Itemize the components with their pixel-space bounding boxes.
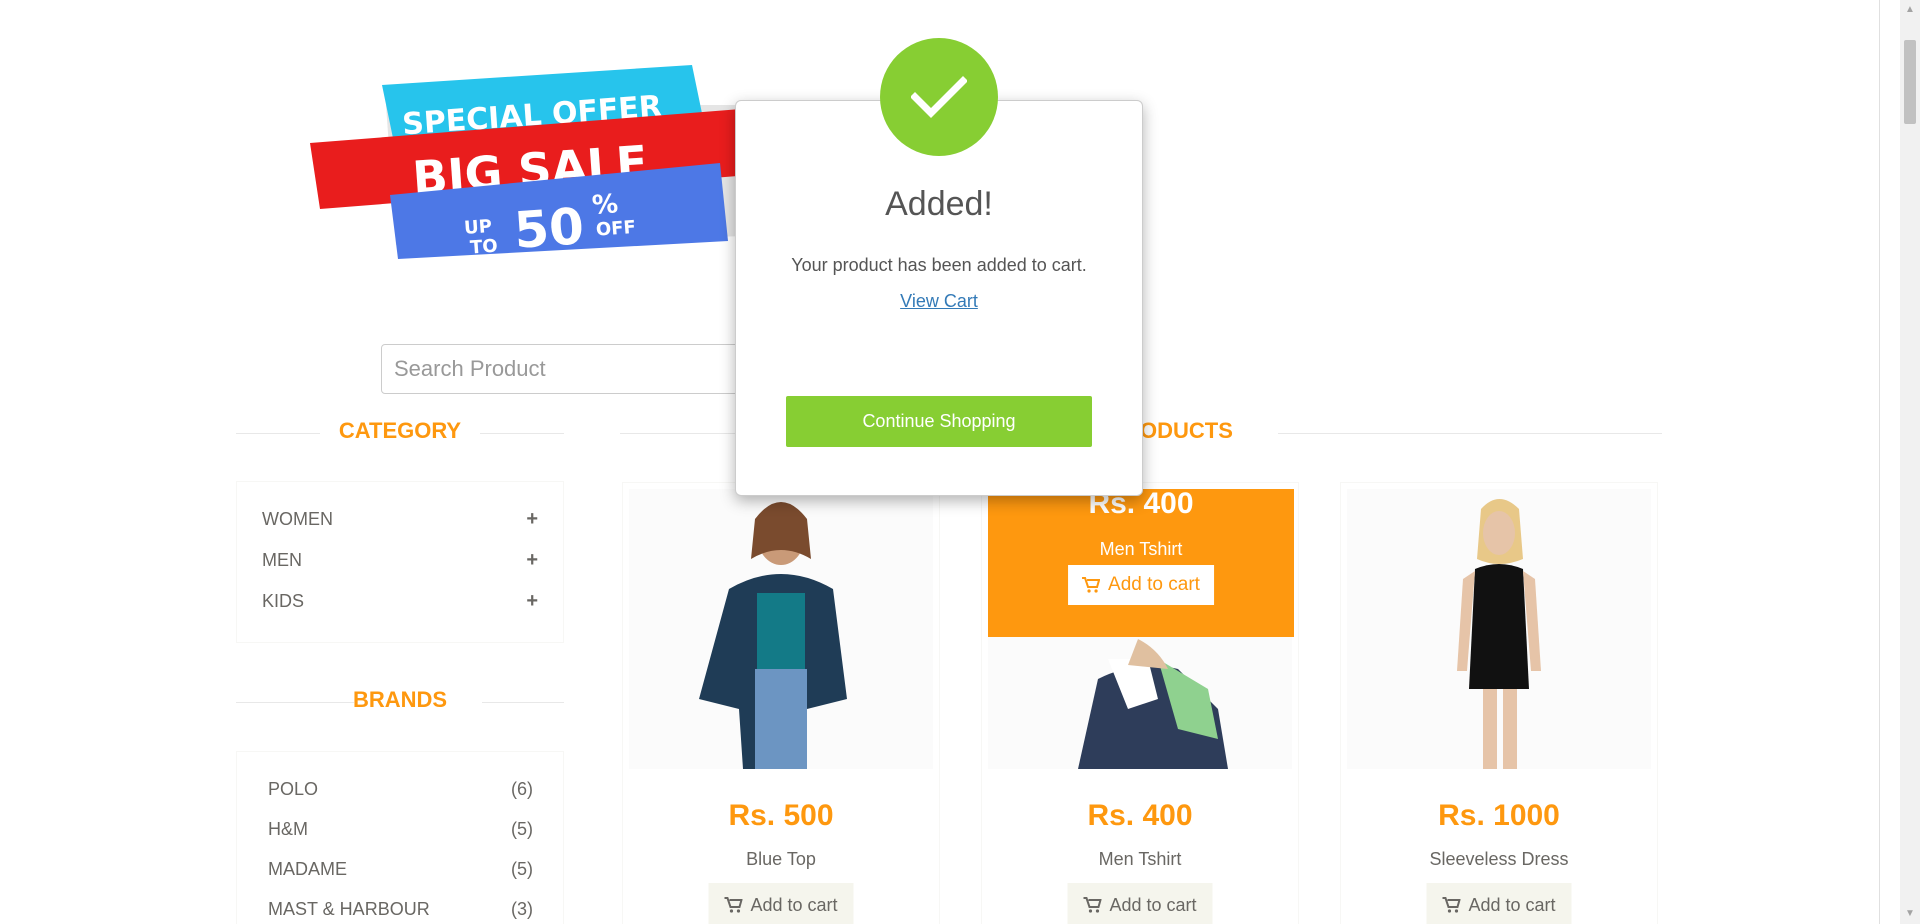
brand-label: MAST & HARBOUR <box>268 898 430 919</box>
banner-off: OFF <box>595 217 636 241</box>
scroll-down-icon[interactable]: ▼ <box>1904 908 1916 920</box>
product-price: Rs. 1000 <box>1438 799 1560 832</box>
success-badge <box>880 38 998 156</box>
product-card: Rs. 500 Blue Top Add to cart <box>622 482 940 924</box>
category-label: WOMEN <box>262 508 333 529</box>
category-item-men[interactable]: MEN + <box>262 547 538 573</box>
modal-message: Your product has been added to cart. <box>791 255 1087 275</box>
banner-pct: % <box>591 189 619 221</box>
brand-count: (5) <box>511 858 533 879</box>
brand-count: (5) <box>511 818 533 839</box>
brand-item-mast-harbour[interactable]: MAST & HARBOUR (3) <box>268 896 533 922</box>
brands-panel: POLO (6) H&M (5) MADAME (5) MAST & HARBO… <box>236 751 564 924</box>
brand-label: POLO <box>268 778 319 799</box>
shopping-cart-icon <box>724 897 743 913</box>
divider <box>620 433 740 434</box>
product-price: Rs. 400 <box>1087 799 1193 832</box>
scroll-up-icon[interactable]: ▲ <box>1904 4 1916 16</box>
woman-image <box>629 489 933 769</box>
product-name: Sleeveless Dress <box>1429 849 1569 869</box>
divider <box>482 702 564 703</box>
scrollbar[interactable]: ▲ ▼ <box>1900 0 1920 924</box>
brand-count: (3) <box>511 898 533 919</box>
plus-icon[interactable]: + <box>526 549 538 572</box>
overlay-add-to-cart-label: Add to cart <box>1108 574 1200 595</box>
brand-count: (6) <box>511 778 533 799</box>
check-icon <box>911 76 967 118</box>
products-title: ODUCTS <box>1140 418 1233 443</box>
dress-image <box>1347 489 1651 769</box>
modal-title: Added! <box>885 185 993 223</box>
divider <box>1879 0 1880 924</box>
category-item-kids[interactable]: KIDS + <box>262 588 538 614</box>
plus-icon[interactable]: + <box>526 508 538 531</box>
category-label: MEN <box>262 549 302 570</box>
banner-50: 50 <box>512 197 585 260</box>
category-title: CATEGORY <box>338 418 462 443</box>
product-image-blue-top[interactable] <box>629 489 933 769</box>
search-input[interactable]: Search Product <box>381 344 747 394</box>
brand-item-madame[interactable]: MADAME (5) <box>268 856 533 882</box>
category-label: KIDS <box>262 590 305 611</box>
add-to-cart-label: Add to cart <box>1109 894 1197 915</box>
brands-title: BRANDS <box>352 687 448 712</box>
continue-shopping-button[interactable]: Continue Shopping <box>786 396 1092 447</box>
plus-icon[interactable]: + <box>526 590 538 613</box>
add-to-cart-label: Add to cart <box>1468 894 1556 915</box>
brand-label: MADAME <box>268 858 348 879</box>
divider <box>236 702 354 703</box>
overlay-name: Men Tshirt <box>1099 539 1183 559</box>
add-to-cart-button[interactable]: Add to cart <box>1067 883 1213 924</box>
product-card: Rs. 400 Men Tshirt Add to cart Rs. 400 M… <box>981 482 1299 924</box>
divider <box>236 433 320 434</box>
sale-banner: SPECIAL OFFER BIG SALE UP TO 50 % OFF <box>310 65 786 260</box>
added-modal: Added! Your product has been added to ca… <box>735 100 1143 496</box>
shopping-cart-icon <box>1083 897 1102 913</box>
category-item-women[interactable]: WOMEN + <box>262 506 538 532</box>
brand-label: H&M <box>268 818 308 839</box>
add-to-cart-button[interactable]: Add to cart <box>1426 883 1572 924</box>
category-panel: WOMEN + MEN + KIDS + <box>236 481 564 643</box>
product-price: Rs. 500 <box>728 799 834 832</box>
divider <box>1278 433 1662 434</box>
product-card: Rs. 1000 Sleeveless Dress Add to cart <box>1340 482 1658 924</box>
product-image-sleeveless-dress[interactable] <box>1347 489 1651 769</box>
overlay-add-to-cart-button[interactable]: Add to cart <box>1068 565 1214 605</box>
page: SPECIAL OFFER BIG SALE UP TO 50 % OFF Se… <box>0 0 1920 924</box>
scroll-thumb[interactable] <box>1904 40 1916 124</box>
shopping-cart-icon <box>1442 897 1461 913</box>
brand-item-hm[interactable]: H&M (5) <box>268 816 533 842</box>
product-name: Men Tshirt <box>1098 849 1182 869</box>
product-overlay: Rs. 400 Men Tshirt Add to cart <box>988 487 1294 637</box>
add-to-cart-button[interactable]: Add to cart <box>708 883 854 924</box>
add-to-cart-label: Add to cart <box>750 894 838 915</box>
view-cart-link[interactable]: View Cart <box>736 291 1142 312</box>
product-name: Blue Top <box>746 849 816 869</box>
shopping-cart-icon <box>1082 577 1101 593</box>
brand-item-polo[interactable]: POLO (6) <box>268 776 533 802</box>
banner-to: TO <box>469 236 498 259</box>
divider <box>480 433 564 434</box>
